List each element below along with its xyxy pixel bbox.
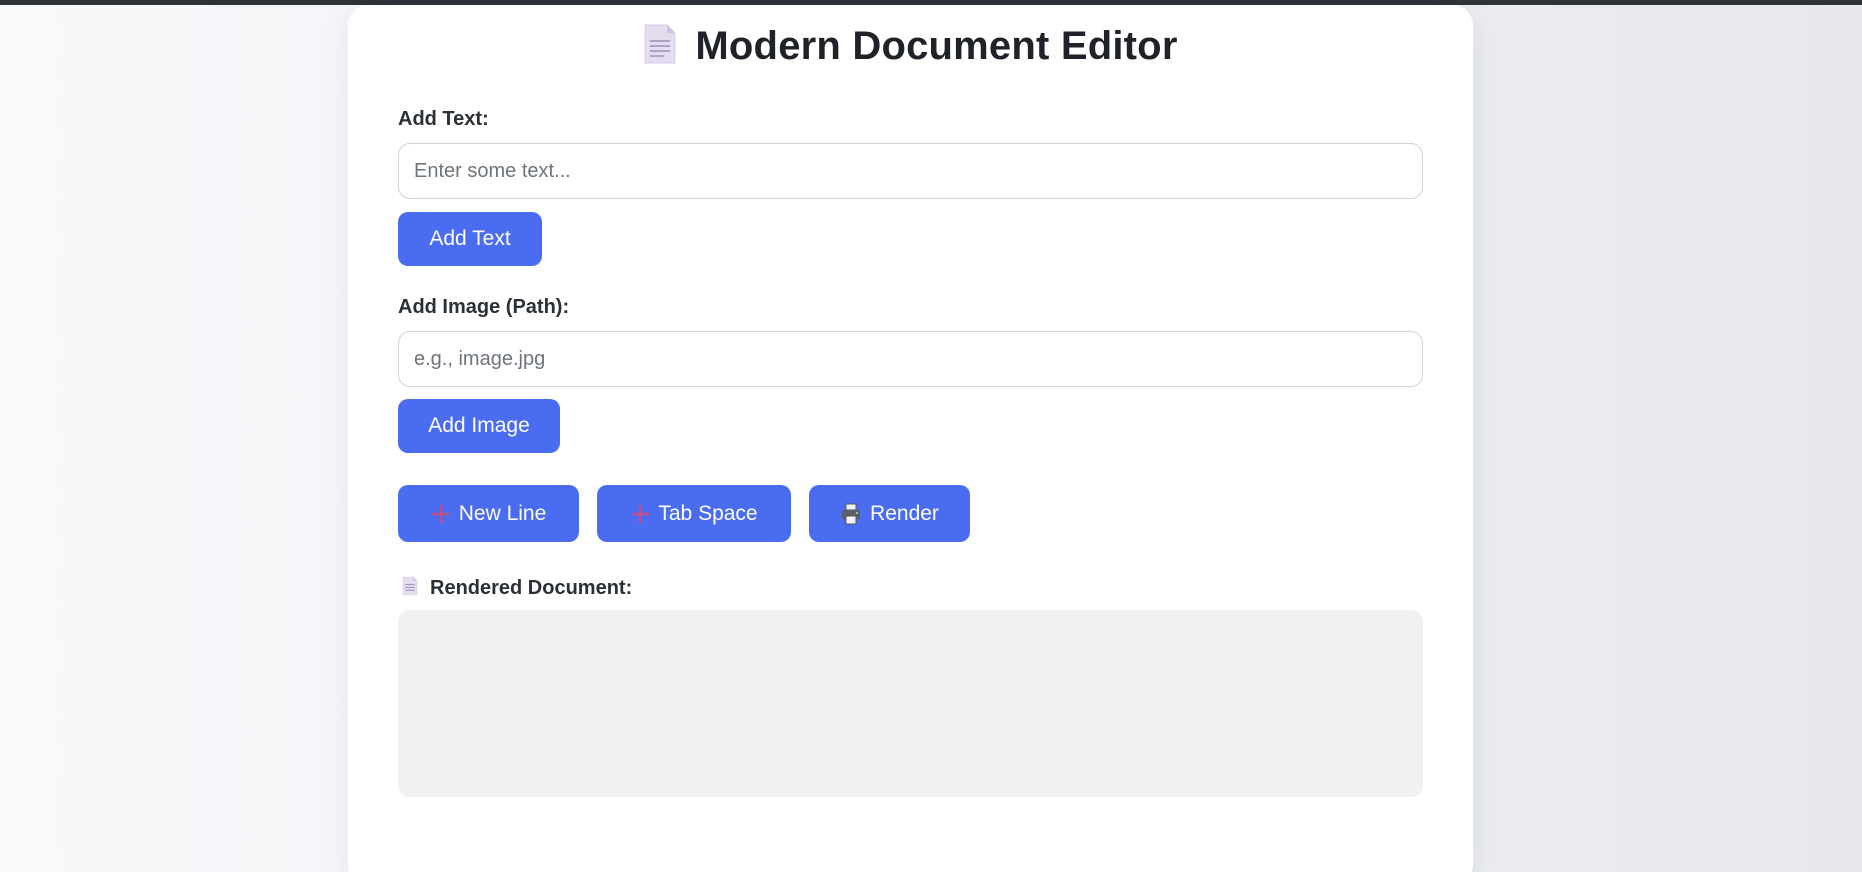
editor-card: Modern Document Editor Add Text: Add Tex… bbox=[348, 5, 1473, 872]
tab-space-button[interactable]: Tab Space bbox=[597, 485, 791, 542]
render-button[interactable]: Render bbox=[809, 485, 970, 542]
printer-icon bbox=[840, 503, 862, 525]
new-line-button-label: New Line bbox=[458, 501, 547, 525]
tab-space-button-label: Tab Space bbox=[658, 501, 758, 525]
render-button-label: Render bbox=[870, 501, 939, 525]
plus-icon bbox=[431, 504, 451, 524]
page-header: Modern Document Editor bbox=[348, 23, 1473, 70]
page-title: Modern Document Editor bbox=[695, 24, 1178, 68]
add-image-path-input[interactable] bbox=[398, 331, 1423, 387]
rendered-document-header: Rendered Document: bbox=[402, 576, 632, 601]
add-text-button-label: Add Text bbox=[429, 227, 511, 250]
add-image-label: Add Image (Path): bbox=[398, 296, 570, 318]
rendered-document-label: Rendered Document: bbox=[430, 577, 633, 599]
document-icon bbox=[643, 23, 677, 70]
rendered-document-output bbox=[398, 610, 1423, 797]
add-text-label: Add Text: bbox=[398, 108, 489, 130]
add-image-button[interactable]: Add Image bbox=[398, 399, 560, 453]
plus-icon bbox=[630, 504, 650, 524]
document-icon bbox=[402, 576, 418, 601]
add-text-button[interactable]: Add Text bbox=[398, 212, 542, 266]
add-text-input[interactable] bbox=[398, 143, 1423, 199]
add-image-button-label: Add Image bbox=[428, 414, 530, 437]
new-line-button[interactable]: New Line bbox=[398, 485, 579, 542]
